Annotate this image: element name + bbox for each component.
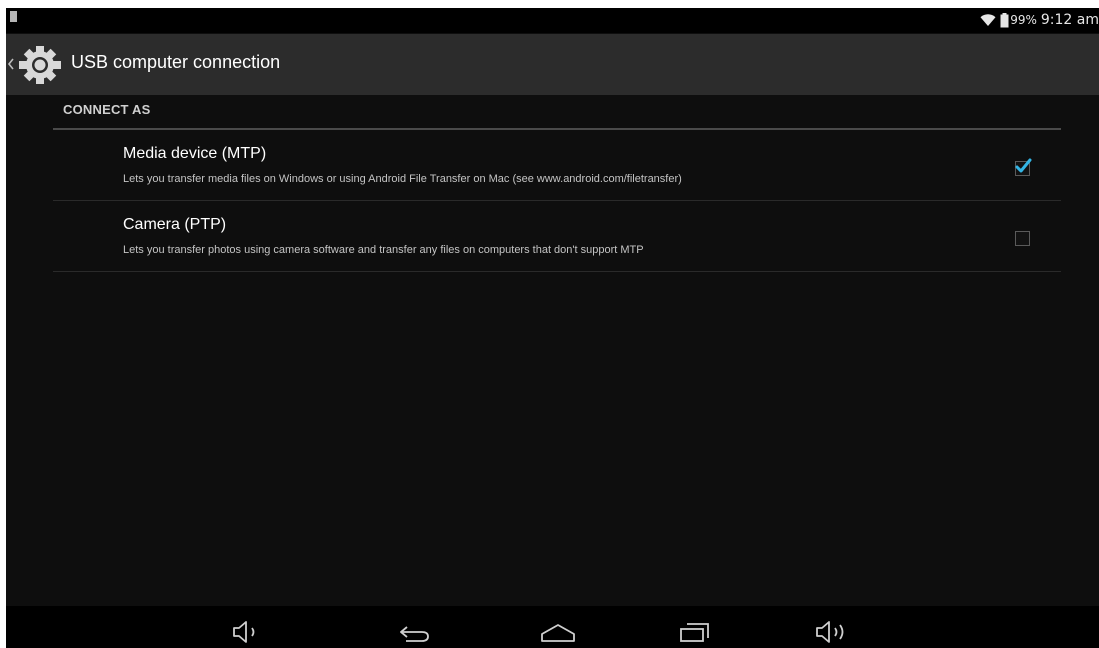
section-header: CONNECT AS: [63, 102, 151, 117]
android-screen: 99% 9:12 am USB computer connection CONN…: [6, 8, 1099, 648]
option-media-device-mtp[interactable]: Media device (MTP) Lets you transfer med…: [53, 131, 1061, 201]
wifi-icon: [980, 14, 996, 26]
option-summary: Lets you transfer photos using camera so…: [123, 244, 644, 256]
recents-button[interactable]: [677, 620, 713, 644]
checkmark-icon: [1015, 158, 1032, 173]
clock: 9:12 am: [1040, 12, 1099, 28]
row-divider: [53, 271, 1061, 272]
option-camera-ptp[interactable]: Camera (PTP) Lets you transfer photos us…: [53, 202, 1061, 272]
status-indicators: 99% 9:12 am: [980, 9, 1099, 31]
back-caret-icon[interactable]: [6, 54, 16, 74]
page-title: USB computer connection: [71, 52, 281, 72]
volume-down-button[interactable]: [231, 620, 263, 644]
option-title: Media device (MTP): [123, 145, 267, 162]
battery-icon: [1000, 12, 1009, 27]
ptp-checkbox[interactable]: [1015, 231, 1030, 246]
status-bar: 99% 9:12 am: [6, 8, 1099, 33]
battery-percentage: 99%: [1010, 13, 1037, 27]
action-bar[interactable]: USB computer connection: [6, 34, 1099, 95]
volume-up-button[interactable]: [814, 620, 854, 644]
navigation-bar: [6, 606, 1099, 648]
home-icon: [541, 624, 575, 642]
back-button[interactable]: [398, 620, 432, 644]
back-icon: [400, 626, 429, 642]
option-title: Camera (PTP): [123, 216, 227, 233]
volume-up-icon: [816, 621, 844, 643]
home-button[interactable]: [539, 620, 577, 644]
volume-down-icon: [233, 621, 255, 643]
mtp-checkbox[interactable]: [1015, 158, 1032, 176]
option-summary: Lets you transfer media files on Windows…: [123, 173, 682, 185]
recents-icon: [680, 623, 709, 642]
row-divider: [53, 200, 1061, 201]
section-divider: [53, 128, 1061, 130]
notification-icon: [10, 11, 17, 22]
settings-gear-icon[interactable]: [17, 46, 63, 84]
